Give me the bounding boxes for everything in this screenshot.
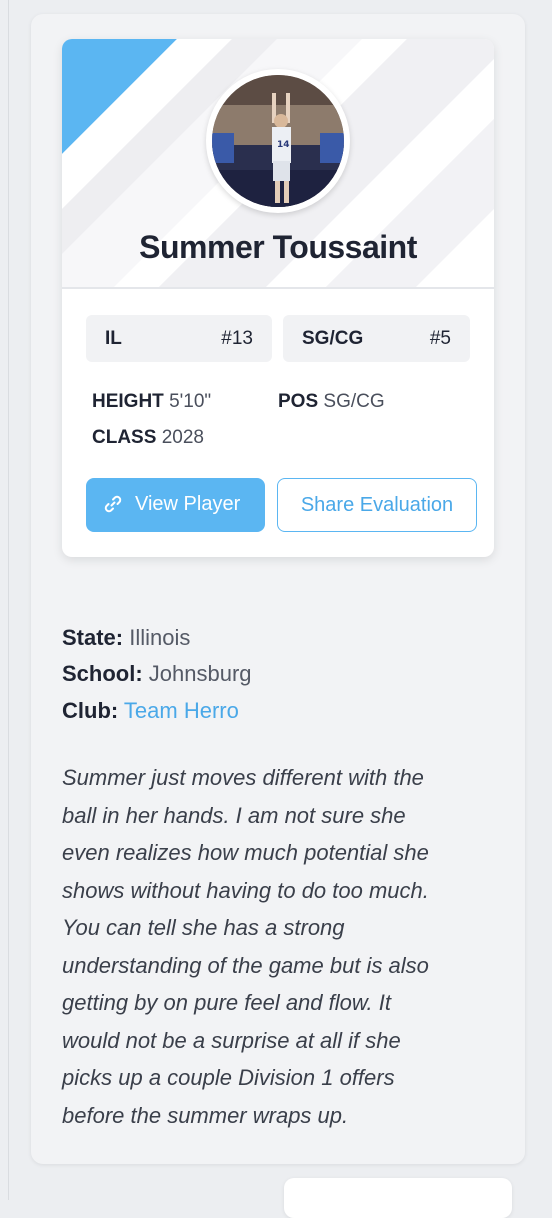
state-abbr: IL (105, 328, 122, 349)
school-detail: School: Johnsburg (62, 661, 252, 687)
position-rank: #5 (429, 328, 451, 349)
state-rank-pill: IL #13 (86, 315, 272, 362)
school-detail-value: Johnsburg (148, 661, 252, 686)
height-label: HEIGHT (92, 391, 164, 412)
evaluation-line: even realizes how much potential she (62, 840, 429, 865)
player-avatar: 14 (206, 69, 350, 213)
state-detail-label: State: (62, 625, 124, 650)
pos-value: SG/CG (323, 391, 385, 412)
share-evaluation-label: Share Evaluation (300, 494, 454, 516)
pos-stat: POS SG/CG (278, 391, 385, 413)
evaluation-line: picks up a couple Division 1 offers (62, 1065, 395, 1090)
evaluation-line: You can tell she has a strong (62, 915, 345, 940)
player-photo: 14 (212, 75, 344, 207)
view-player-label: View Player (135, 493, 241, 515)
banner-divider (62, 287, 494, 289)
club-detail-label: Club: (62, 698, 119, 723)
state-detail: State: Illinois (62, 625, 190, 651)
height-stat: HEIGHT 5'10" (92, 391, 211, 413)
state-detail-value: Illinois (129, 625, 191, 650)
class-value: 2028 (161, 427, 204, 448)
evaluation-line: would not be a surprise at all if she (62, 1027, 401, 1053)
evaluation-line: before the summer wraps up. (62, 1102, 349, 1128)
position-rank-pill: SG/CG #5 (283, 315, 470, 362)
player-name: Summer Toussaint (139, 229, 417, 265)
next-card-peek (284, 1178, 512, 1218)
evaluation-line: ball in her hands. I am not sure she (62, 802, 406, 828)
pos-label: POS (278, 391, 319, 412)
class-label: CLASS (92, 427, 157, 448)
view-player-button[interactable]: View Player (86, 478, 265, 532)
state-rank: #13 (221, 328, 253, 349)
class-stat: CLASS 2028 (92, 427, 204, 449)
evaluation-line: getting by on pure feel and flow. It (62, 990, 392, 1015)
evaluation-line: understanding of the game but is also (62, 952, 429, 978)
evaluation-text: Summer just moves different with the bal… (62, 759, 502, 1134)
player-card: 14 Summer Toussaint IL #13 SG/CG #5 HEIG… (62, 39, 494, 557)
evaluation-line: shows without having to do too much. (62, 877, 429, 903)
player-banner: 14 Summer Toussaint (62, 39, 494, 288)
club-link[interactable]: Team Herro (124, 698, 239, 723)
position-group: SG/CG (302, 328, 364, 349)
jersey-number: 14 (277, 140, 290, 150)
evaluation-line: Summer just moves different with the (62, 765, 424, 790)
link-icon (103, 494, 123, 520)
page-left-border (8, 0, 9, 1200)
height-value: 5'10" (169, 391, 212, 412)
share-evaluation-button[interactable]: Share Evaluation (277, 478, 477, 532)
school-detail-label: School: (62, 661, 143, 686)
club-detail: Club: Team Herro (62, 698, 239, 724)
